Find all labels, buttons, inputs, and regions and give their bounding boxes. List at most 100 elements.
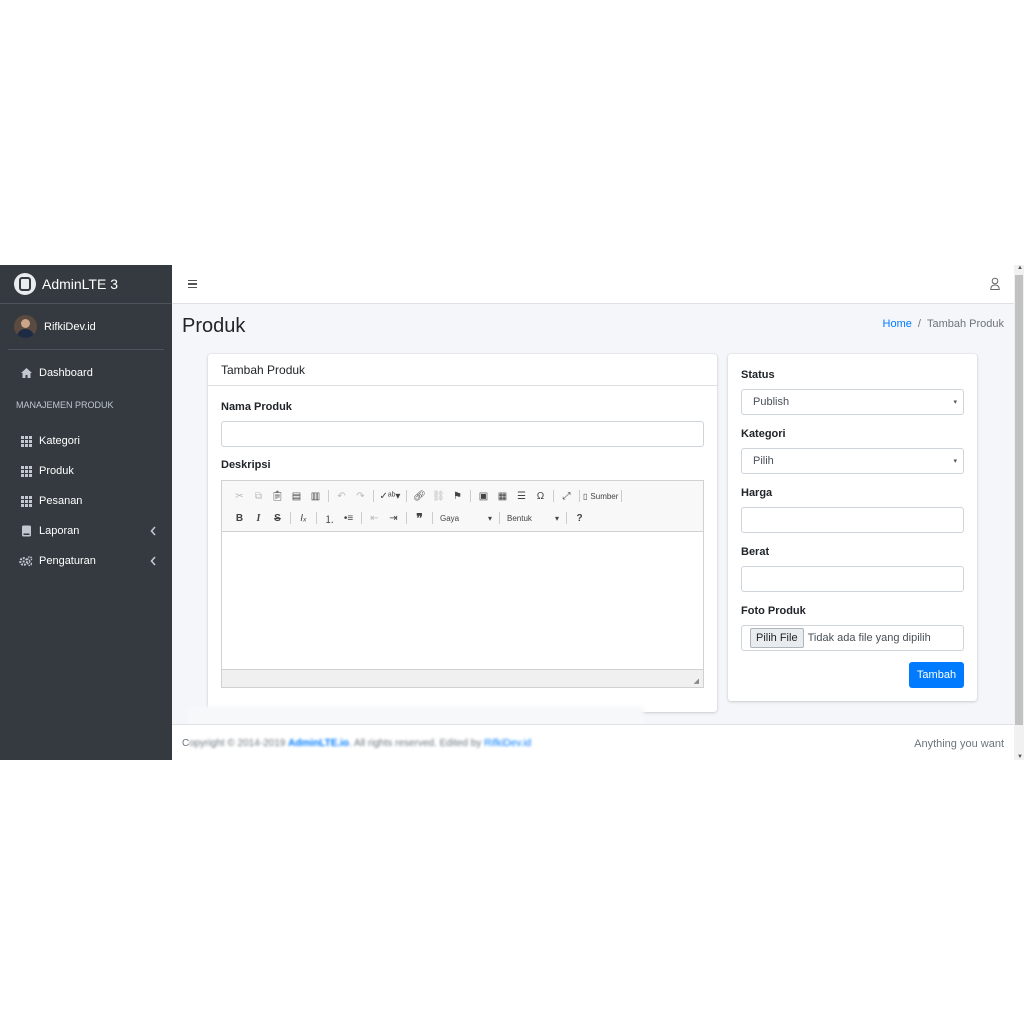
sidebar-item-label: Produk: [39, 465, 74, 477]
resize-handle-icon[interactable]: ◢: [694, 677, 699, 685]
table-icon[interactable]: ▦: [493, 488, 512, 504]
bulleted-list-icon[interactable]: •≡: [339, 510, 358, 526]
breadcrumb-home-link[interactable]: Home: [883, 318, 912, 330]
spellcheck-icon[interactable]: ✓ᵃᵇ▾: [377, 488, 403, 504]
chevron-left-icon: [150, 526, 156, 536]
page-scrollbar[interactable]: ▲ ▼: [1014, 265, 1024, 760]
user-panel[interactable]: RifkiDev.id: [8, 304, 164, 350]
berat-input[interactable]: [741, 566, 964, 592]
source-label: Sumber: [590, 491, 619, 501]
sidebar: AdminLTE 3 RifkiDev.id Dashboard MANAJEM…: [0, 265, 172, 760]
copyright-rest: opyright © 2014-2019: [189, 738, 286, 749]
status-select-value: Publish: [753, 396, 790, 408]
breadcrumb: Home / Tambah Produk: [883, 318, 1004, 330]
sidebar-item-laporan[interactable]: Laporan: [0, 516, 172, 546]
combo-arrow-icon: ▾: [554, 513, 559, 523]
rights-text: . All rights reserved. Edited by: [349, 738, 482, 749]
cogs-icon: [19, 554, 33, 568]
product-meta-card: Status Publish ▾ Kategori Pilih ▾ Harga …: [728, 354, 977, 701]
strike-icon[interactable]: S: [268, 510, 287, 526]
paste-word-icon[interactable]: ▥: [306, 488, 325, 504]
user-name: RifkiDev.id: [44, 320, 96, 333]
anchor-flag-icon[interactable]: ⚑: [448, 488, 467, 504]
italic-icon[interactable]: I: [249, 510, 268, 526]
file-status-text: Tidak ada file yang dipilih: [807, 632, 931, 644]
sidebar-item-label: Laporan: [39, 525, 80, 537]
choose-file-button[interactable]: Pilih File: [750, 628, 804, 648]
user-icon[interactable]: [990, 277, 1000, 291]
maximize-icon[interactable]: ⤢: [557, 488, 576, 504]
sidebar-item-produk[interactable]: Produk: [0, 456, 172, 486]
outdent-icon[interactable]: ⇤: [365, 510, 384, 526]
menu-toggle-icon[interactable]: [188, 280, 197, 288]
rich-text-editor: ✂ ⧉ 📋︎ ▤ ▥ ↶ ↷ ✓ᵃᵇ▾ 🔗︎ ⛓ ⚑ ▣ ▦ ☰ Ω ⤢ ▯ S…: [221, 480, 704, 688]
add-product-card: Tambah Produk Nama Produk Deskripsi ✂ ⧉ …: [208, 354, 717, 712]
format-combo[interactable]: Bentuk ▾: [503, 510, 563, 526]
footer-brand-link[interactable]: AdminLTE.io: [288, 738, 349, 749]
status-select[interactable]: Publish ▾: [741, 389, 964, 415]
breadcrumb-current: Tambah Produk: [926, 318, 1004, 330]
footer-right-text: Anything you want: [914, 738, 1004, 750]
format-combo-label: Bentuk: [507, 513, 532, 523]
source-button[interactable]: ▯ Sumber: [583, 492, 618, 501]
style-combo[interactable]: Gaya ▾: [436, 510, 496, 526]
avatar: [14, 315, 37, 338]
numbered-list-icon[interactable]: ⒈: [320, 510, 339, 526]
select-caret-icon: ▾: [953, 399, 957, 406]
paste-icon[interactable]: 📋︎: [268, 488, 287, 504]
combo-arrow-icon: ▾: [487, 513, 492, 523]
scroll-down-icon[interactable]: ▼: [1017, 754, 1023, 760]
book-icon: [19, 524, 33, 538]
top-navbar: [172, 265, 1014, 304]
style-combo-label: Gaya: [440, 513, 460, 523]
brand-link[interactable]: AdminLTE 3: [0, 265, 172, 304]
scroll-up-icon[interactable]: ▲: [1017, 265, 1023, 271]
sidebar-item-dashboard[interactable]: Dashboard: [0, 358, 172, 388]
sidebar-item-kategori[interactable]: Kategori: [0, 426, 172, 456]
berat-label: Berat: [741, 546, 770, 558]
tambah-button[interactable]: Tambah: [909, 662, 964, 688]
app-window: AdminLTE 3 RifkiDev.id Dashboard MANAJEM…: [0, 265, 1024, 760]
editor-toolbar: ✂ ⧉ 📋︎ ▤ ▥ ↶ ↷ ✓ᵃᵇ▾ 🔗︎ ⛓ ⚑ ▣ ▦ ☰ Ω ⤢ ▯ S…: [222, 481, 703, 532]
sidebar-item-pengaturan[interactable]: Pengaturan: [0, 546, 172, 576]
chevron-left-icon: [150, 556, 156, 566]
link-icon[interactable]: 🔗︎: [410, 488, 429, 504]
page-title: Produk: [182, 315, 246, 337]
indent-icon[interactable]: ⇥: [384, 510, 403, 526]
blockquote-icon[interactable]: ❞: [410, 510, 429, 526]
blurred-region: [188, 706, 644, 724]
foto-produk-file-input[interactable]: Pilih File Tidak ada file yang dipilih: [741, 625, 964, 651]
deskripsi-label: Deskripsi: [221, 459, 271, 471]
source-icon: ▯: [583, 491, 588, 501]
image-icon[interactable]: ▣: [474, 488, 493, 504]
cut-icon[interactable]: ✂: [230, 488, 249, 504]
sidebar-item-label: Kategori: [39, 435, 80, 447]
grid-icon: [19, 434, 33, 448]
remove-format-icon[interactable]: Iₓ: [294, 510, 313, 526]
sidebar-item-label: Pesanan: [39, 495, 83, 507]
scrollbar-thumb[interactable]: [1015, 275, 1023, 725]
select-caret-icon: ▾: [953, 458, 957, 465]
horizontal-line-icon[interactable]: ☰: [512, 488, 531, 504]
redo-icon[interactable]: ↷: [351, 488, 370, 504]
undo-icon[interactable]: ↶: [332, 488, 351, 504]
copy-icon[interactable]: ⧉: [249, 488, 268, 504]
help-icon[interactable]: ?: [570, 510, 589, 526]
nama-produk-label: Nama Produk: [221, 401, 292, 413]
unlink-icon[interactable]: ⛓: [429, 488, 448, 504]
sidebar-item-label: Pengaturan: [39, 555, 96, 567]
harga-label: Harga: [741, 487, 773, 499]
editor-content-area[interactable]: [222, 532, 703, 669]
special-char-icon[interactable]: Ω: [531, 488, 550, 504]
paste-text-icon[interactable]: ▤: [287, 488, 306, 504]
kategori-select[interactable]: Pilih ▾: [741, 448, 964, 474]
harga-input[interactable]: [741, 507, 964, 533]
sidebar-item-pesanan[interactable]: Pesanan: [0, 486, 172, 516]
nama-produk-input[interactable]: [221, 421, 704, 447]
bold-icon[interactable]: B: [230, 510, 249, 526]
footer-edited-link[interactable]: RifkiDev.id: [484, 738, 531, 749]
kategori-label: Kategori: [741, 428, 786, 440]
brand-logo-icon: [14, 273, 36, 295]
breadcrumb-separator: /: [917, 318, 921, 330]
grid-icon: [19, 464, 33, 478]
